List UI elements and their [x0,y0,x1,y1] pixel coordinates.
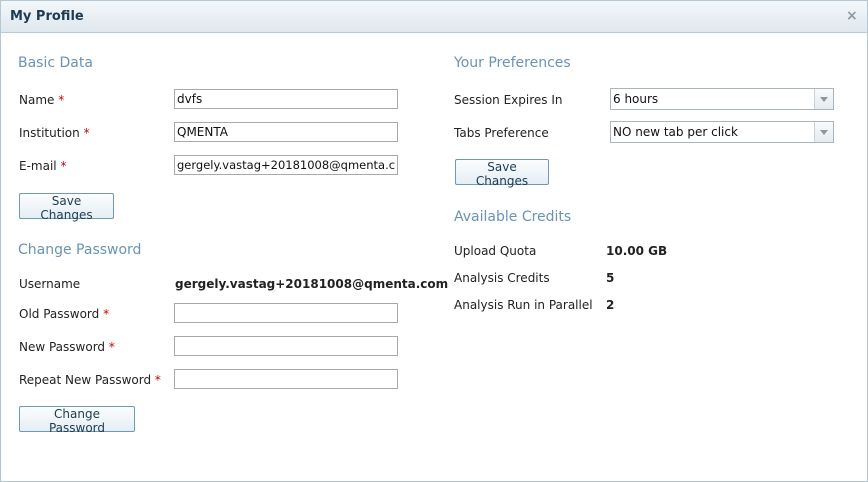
required-mark: * [83,126,90,140]
repeat-password-label: Repeat New Password * [19,373,161,387]
name-label-text: Name [19,93,55,107]
email-input[interactable] [174,155,398,175]
preferences-title: Your Preferences [454,55,571,71]
change-password-button[interactable]: Change Password [19,406,135,435]
old-password-label-text: Old Password [19,307,100,321]
required-mark: * [154,373,161,387]
save-preferences-button[interactable]: Save Changes [455,159,549,188]
basic-data-title: Basic Data [18,55,93,71]
analysis-credits-value: 5 [606,271,615,285]
dialog-titlebar: My Profile × [1,1,867,33]
tabs-preference-select[interactable]: NO new tab per click [610,121,834,143]
analysis-credits-label: Analysis Credits [454,271,550,285]
new-password-label-text: New Password [19,340,106,354]
new-password-label: New Password * [19,340,115,354]
old-password-label: Old Password * [19,307,109,321]
upload-quota-value: 10.00 GB [606,244,668,258]
session-expires-label: Session Expires In [454,93,563,107]
new-password-input[interactable] [174,336,398,356]
save-basic-data-button[interactable]: Save Changes [19,193,114,222]
profile-dialog: My Profile × Basic Data Name * Instituti… [0,0,868,482]
required-mark: * [103,307,110,321]
upload-quota-label: Upload Quota [454,244,537,258]
tabs-preference-label: Tabs Preference [454,126,549,140]
tabs-preference-value: NO new tab per click [613,125,738,139]
change-password-title: Change Password [18,242,142,258]
required-mark: * [58,93,65,107]
credits-title: Available Credits [454,209,572,225]
required-mark: * [60,159,67,173]
name-label: Name * [19,93,64,107]
session-expires-value: 6 hours [613,92,659,106]
analysis-parallel-label: Analysis Run in Parallel [454,298,593,312]
institution-label-text: Institution [19,126,80,140]
institution-input[interactable] [174,122,398,142]
session-expires-select[interactable]: 6 hours [610,88,834,110]
repeat-password-input[interactable] [174,369,398,389]
old-password-input[interactable] [174,303,398,323]
username-label: Username [19,277,81,291]
email-label: E-mail * [19,159,66,173]
dialog-title: My Profile [10,9,84,24]
chevron-down-icon[interactable] [814,122,833,142]
email-label-text: E-mail [19,159,57,173]
required-mark: * [108,340,115,354]
analysis-parallel-value: 2 [606,298,615,312]
close-icon[interactable]: × [846,8,858,24]
repeat-password-label-text: Repeat New Password [19,373,152,387]
chevron-down-icon[interactable] [814,89,833,109]
name-input[interactable] [174,89,398,109]
username-value: gergely.vastag+20181008@qmenta.com [175,277,449,291]
institution-label: Institution * [19,126,90,140]
